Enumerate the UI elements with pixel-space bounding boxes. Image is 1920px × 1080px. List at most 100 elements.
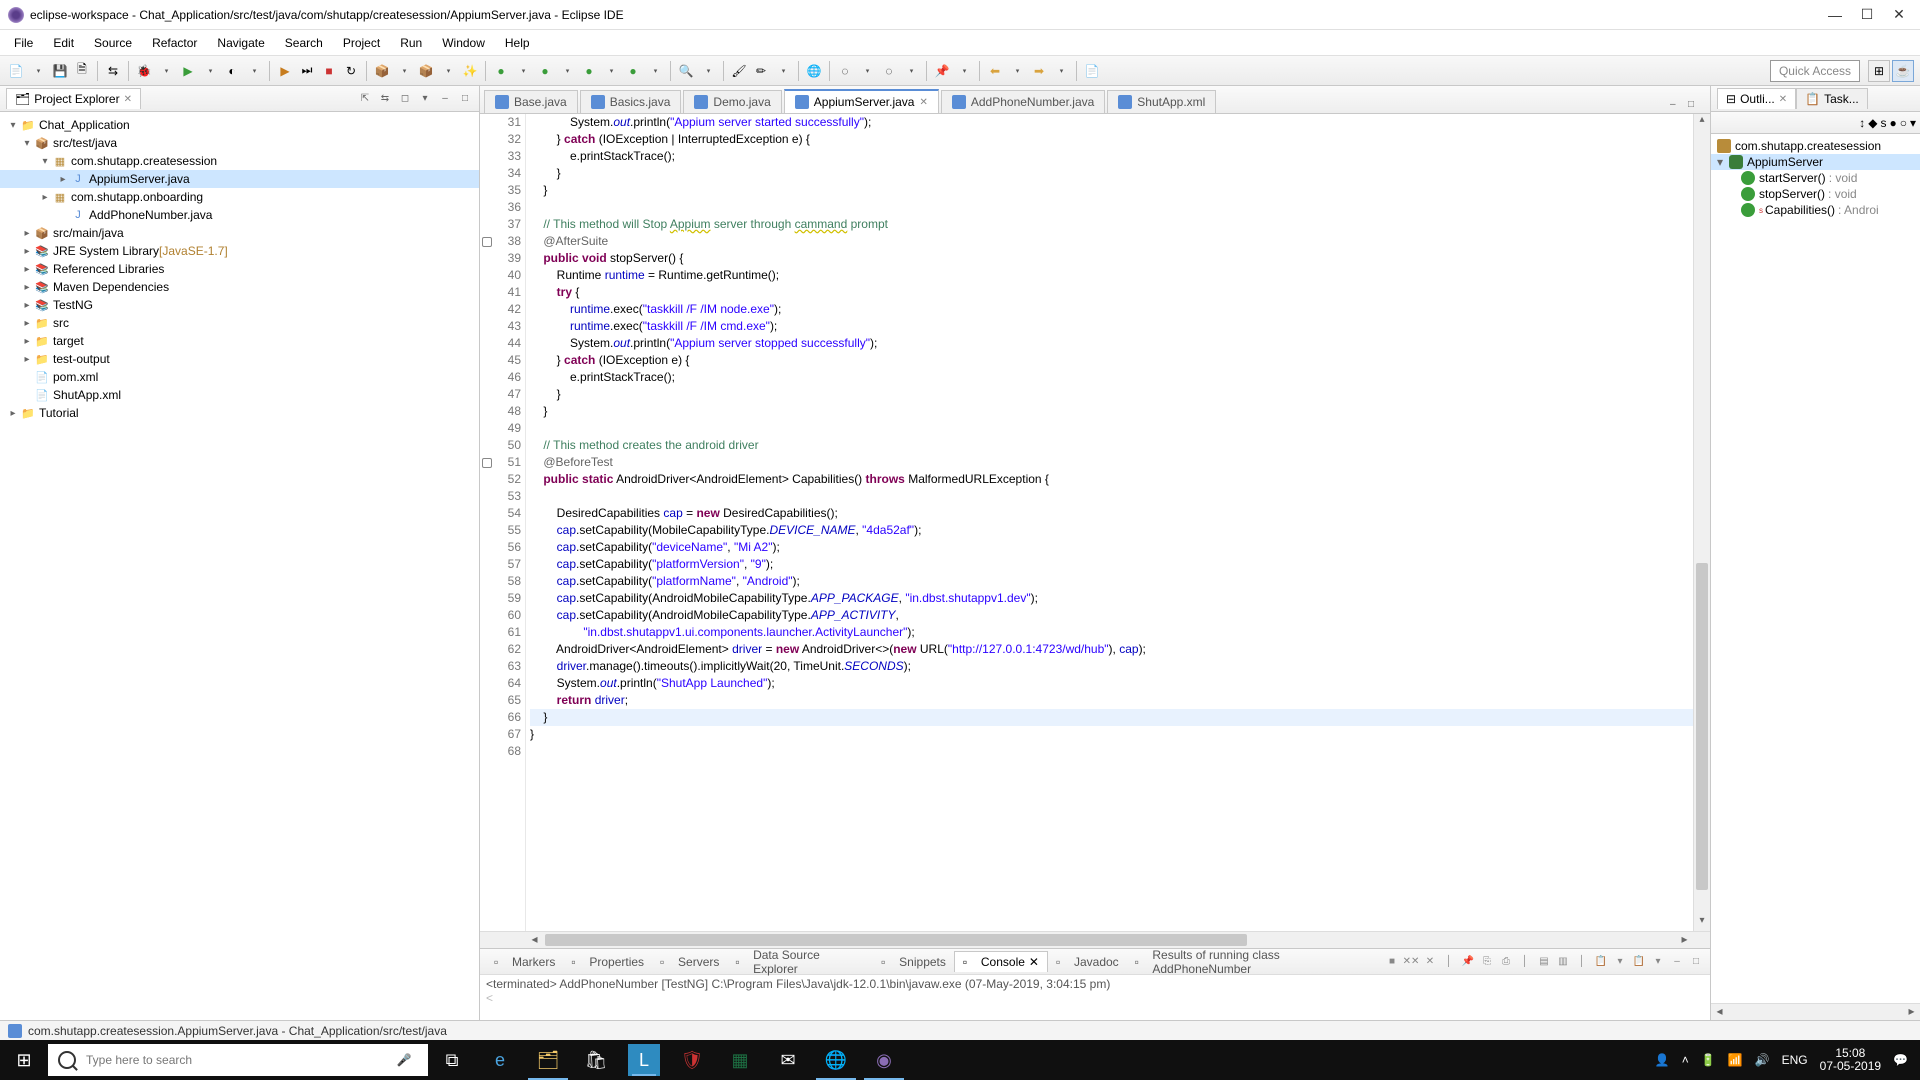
start-button[interactable]: ⊞: [0, 1040, 48, 1080]
console-tool-icon[interactable]: ■: [1384, 954, 1400, 970]
view-menu-icon[interactable]: ▾: [417, 91, 433, 107]
tree-item[interactable]: ▸📚JRE System Library [JavaSE-1.7]: [0, 242, 479, 260]
tree-item[interactable]: ▾📦src/test/java: [0, 134, 479, 152]
menu-file[interactable]: File: [6, 33, 41, 53]
tree-item[interactable]: ▾📁Chat_Application: [0, 116, 479, 134]
tree-item[interactable]: ▸📁test-output: [0, 350, 479, 368]
menu-help[interactable]: Help: [497, 33, 538, 53]
menu-navigate[interactable]: Navigate: [209, 33, 272, 53]
console-tool-icon[interactable]: 📌: [1460, 954, 1476, 970]
clock[interactable]: 15:08 07-05-2019: [1820, 1047, 1881, 1073]
scroll-down-icon[interactable]: ▾: [1694, 915, 1710, 931]
volume-icon[interactable]: 🔊: [1755, 1053, 1770, 1067]
tree-item[interactable]: ▸📁src: [0, 314, 479, 332]
console-tool-icon[interactable]: ▾: [1612, 954, 1628, 970]
tree-item[interactable]: ▸📚Maven Dependencies: [0, 278, 479, 296]
outline-tab[interactable]: ⊟ Outli... ✕: [1717, 88, 1796, 109]
focus-icon[interactable]: ◻: [397, 91, 413, 107]
java-ee-perspective-icon[interactable]: ☕: [1892, 60, 1914, 82]
console-tool-icon[interactable]: □: [1688, 954, 1704, 970]
bottom-tab[interactable]: ▫Data Source Explorer: [727, 945, 873, 979]
minimize-view-icon[interactable]: –: [437, 91, 453, 107]
coverage-icon[interactable]: ◐: [222, 61, 242, 81]
outline-method[interactable]: sCapabilities(): Androi: [1711, 202, 1920, 218]
expand-icon[interactable]: ▾: [1717, 155, 1729, 169]
xml-icon[interactable]: 📄: [1082, 61, 1102, 81]
vertical-scrollbar[interactable]: ▴ ▾: [1693, 114, 1710, 931]
new-dropdown[interactable]: [28, 61, 48, 81]
close-icon[interactable]: ✕: [919, 97, 927, 108]
expand-icon[interactable]: ▸: [20, 336, 34, 347]
bottom-tab[interactable]: ▫Servers: [652, 952, 727, 972]
expand-icon[interactable]: ▾: [20, 138, 34, 149]
tree-item[interactable]: JAddPhoneNumber.java: [0, 206, 479, 224]
scroll-left-icon[interactable]: ◂: [526, 932, 543, 948]
bottom-tab[interactable]: ▫Console✕: [954, 951, 1048, 972]
run-dropdown[interactable]: [200, 61, 220, 81]
new-res-icon[interactable]: ●: [623, 61, 643, 81]
menu-source[interactable]: Source: [86, 33, 140, 53]
bottom-tab[interactable]: ▫Snippets: [873, 952, 954, 972]
edge-icon[interactable]: e: [476, 1040, 524, 1080]
close-icon[interactable]: ✕: [1779, 94, 1787, 105]
expand-icon[interactable]: ▸: [20, 354, 34, 365]
type-icon[interactable]: 📦: [416, 61, 436, 81]
bottom-tab[interactable]: ▫Results of running class AddPhoneNumber: [1127, 945, 1384, 979]
outline-tree[interactable]: com.shutapp.createsession ▾ AppiumServer…: [1711, 134, 1920, 1003]
quick-access[interactable]: Quick Access: [1770, 60, 1860, 82]
eclipse-taskbar-icon[interactable]: ◉: [860, 1040, 908, 1080]
sort-icon[interactable]: ↕: [1859, 116, 1865, 130]
console-tool-icon[interactable]: –: [1669, 954, 1685, 970]
menu-project[interactable]: Project: [335, 33, 388, 53]
expand-icon[interactable]: ▸: [20, 318, 34, 329]
search-box[interactable]: Type here to search 🎤: [48, 1044, 428, 1076]
menu-search[interactable]: Search: [277, 33, 331, 53]
editor-tab[interactable]: AppiumServer.java✕: [784, 89, 939, 113]
close-button[interactable]: ✕: [1892, 8, 1906, 22]
tree-item[interactable]: 📄pom.xml: [0, 368, 479, 386]
lang-indicator[interactable]: ENG: [1782, 1053, 1808, 1067]
skip-icon[interactable]: ⏭: [297, 61, 317, 81]
outline-package[interactable]: com.shutapp.createsession: [1711, 138, 1920, 154]
console-tool-icon[interactable]: ⎘: [1479, 954, 1495, 970]
outline-method[interactable]: startServer(): void: [1711, 170, 1920, 186]
menu-edit[interactable]: Edit: [45, 33, 82, 53]
ann2-icon[interactable]: ◌: [879, 61, 899, 81]
console-tool-icon[interactable]: ▾: [1650, 954, 1666, 970]
console-tool-icon[interactable]: ▤: [1536, 954, 1552, 970]
console-tool-icon[interactable]: 📋: [1593, 954, 1609, 970]
editor-tab[interactable]: AddPhoneNumber.java: [941, 90, 1105, 113]
minimize-button[interactable]: —: [1828, 8, 1842, 22]
outline-class[interactable]: ▾ AppiumServer: [1711, 154, 1920, 170]
scroll-up-icon[interactable]: ▴: [1694, 114, 1710, 130]
tree-item[interactable]: ▸JAppiumServer.java: [0, 170, 479, 188]
menu-refactor[interactable]: Refactor: [144, 33, 205, 53]
maximize-view-icon[interactable]: □: [457, 91, 473, 107]
console-tool-icon[interactable]: ✕✕: [1403, 954, 1419, 970]
switch-icon[interactable]: ⇆: [103, 61, 123, 81]
console-tool-icon[interactable]: ▥: [1555, 954, 1571, 970]
back-icon[interactable]: ⬅: [985, 61, 1005, 81]
collapse-all-icon[interactable]: ⇱: [357, 91, 373, 107]
editor-tab[interactable]: Base.java: [484, 90, 578, 113]
scroll-right-icon[interactable]: ▸: [1676, 932, 1693, 948]
expand-icon[interactable]: ▾: [6, 120, 20, 131]
debug-dropdown[interactable]: [156, 61, 176, 81]
bottom-tab[interactable]: ▫Properties: [563, 952, 652, 972]
notifications-icon[interactable]: 💬: [1893, 1053, 1908, 1067]
globe-icon[interactable]: 🌐: [804, 61, 824, 81]
project-tree[interactable]: ▾📁Chat_Application▾📦src/test/java▾▦com.s…: [0, 112, 479, 1020]
task-tab[interactable]: 📋 Task...: [1796, 88, 1868, 109]
tree-item[interactable]: ▸📦src/main/java: [0, 224, 479, 242]
maximize-view-icon[interactable]: □: [1688, 99, 1702, 113]
console-tool-icon[interactable]: │: [1517, 954, 1533, 970]
task-view-icon[interactable]: ⧉: [428, 1040, 476, 1080]
tray-up-icon[interactable]: ˄: [1682, 1053, 1689, 1067]
minimize-view-icon[interactable]: –: [1670, 99, 1684, 113]
console-tool-icon[interactable]: 📋: [1631, 954, 1647, 970]
tree-item[interactable]: 📄ShutApp.xml: [0, 386, 479, 404]
wizard-icon[interactable]: ✨: [460, 61, 480, 81]
search-icon[interactable]: 🔍: [676, 61, 696, 81]
console-body[interactable]: <terminated> AddPhoneNumber [TestNG] C:\…: [480, 975, 1710, 1020]
wifi-icon[interactable]: 📶: [1728, 1053, 1743, 1067]
